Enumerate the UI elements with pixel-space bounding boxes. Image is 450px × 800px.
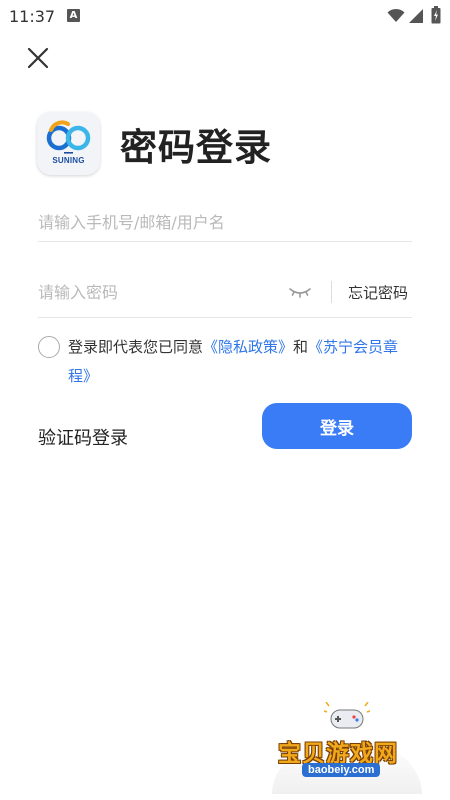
app-logo: SUNING: [37, 112, 100, 175]
agreement-conjunction: 和: [293, 338, 309, 356]
account-input[interactable]: [38, 202, 408, 242]
field-divider: [331, 281, 332, 303]
password-input[interactable]: [38, 272, 278, 312]
privacy-policy-link[interactable]: 《隐私政策》: [203, 338, 293, 356]
agreement-checkbox[interactable]: [38, 336, 60, 358]
wifi-icon: [387, 8, 405, 22]
watermark: 宝贝游戏网 baobeiy.com: [266, 700, 426, 796]
signal-icon: [409, 9, 423, 23]
account-field: [38, 202, 412, 242]
status-bar: 11:37 A: [0, 0, 450, 32]
logo-text: SUNING: [52, 156, 85, 165]
toggle-password-visibility[interactable]: [288, 284, 312, 300]
watermark-url: baobeiy.com: [302, 763, 381, 777]
sms-login-link[interactable]: 验证码登录: [38, 424, 128, 450]
close-icon: [27, 47, 49, 69]
close-button[interactable]: [22, 42, 54, 74]
suning-logo-icon: [46, 120, 91, 154]
login-button[interactable]: 登录: [262, 403, 412, 449]
password-field: 忘记密码: [38, 272, 412, 318]
agreement-text: 登录即代表您已同意《隐私政策》和《苏宁会员章程》: [68, 333, 418, 391]
agreement-prefix: 登录即代表您已同意: [68, 338, 204, 356]
eye-closed-icon: [289, 288, 311, 298]
status-time: 11:37: [9, 7, 56, 26]
forgot-password-link[interactable]: 忘记密码: [348, 282, 408, 303]
notification-icon: A: [67, 9, 80, 22]
gamepad-icon: [324, 702, 370, 729]
battery-icon: [431, 6, 441, 24]
page-title: 密码登录: [120, 126, 272, 169]
